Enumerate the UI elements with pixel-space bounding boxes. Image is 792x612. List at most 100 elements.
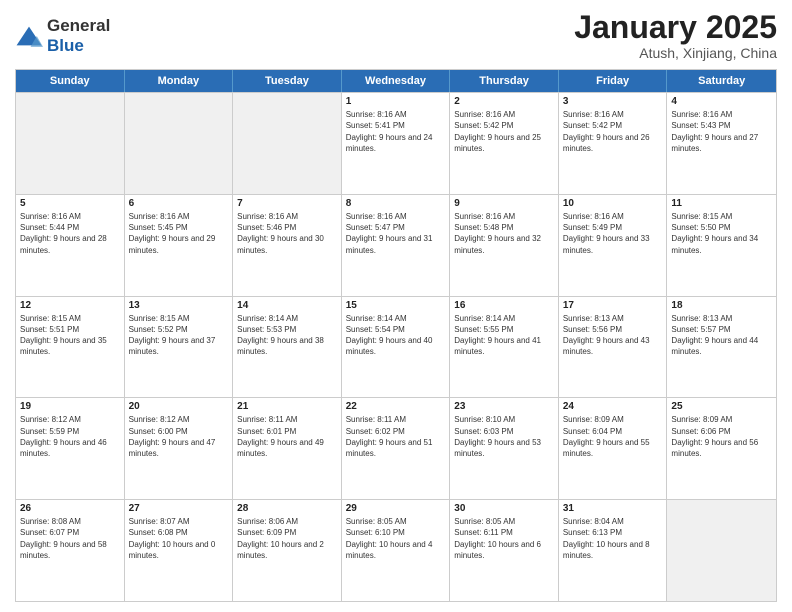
cal-cell: 22 Sunrise: 8:11 AM Sunset: 6:02 PM Dayli… bbox=[342, 398, 451, 499]
day-number: 10 bbox=[563, 198, 663, 209]
cell-info: Sunrise: 8:09 AM Sunset: 6:04 PM Dayligh… bbox=[563, 414, 663, 459]
cell-info: Sunrise: 8:07 AM Sunset: 6:08 PM Dayligh… bbox=[129, 516, 229, 561]
cal-cell: 1 Sunrise: 8:16 AM Sunset: 5:41 PM Daylig… bbox=[342, 93, 451, 194]
day-number: 21 bbox=[237, 401, 337, 412]
cal-cell: 19Sunrise: 8:12 AM Sunset: 5:59 PM Dayli… bbox=[16, 398, 125, 499]
cal-cell: 17 Sunrise: 8:13 AM Sunset: 5:56 PM Dayli… bbox=[559, 297, 668, 398]
cell-info: Sunrise: 8:11 AM Sunset: 6:02 PM Dayligh… bbox=[346, 414, 446, 459]
cell-info: Sunrise: 8:05 AM Sunset: 6:11 PM Dayligh… bbox=[454, 516, 554, 561]
cal-cell: 16 Sunrise: 8:14 AM Sunset: 5:55 PM Dayli… bbox=[450, 297, 559, 398]
day-number: 31 bbox=[563, 503, 663, 514]
cal-cell: 6 Sunrise: 8:16 AM Sunset: 5:45 PM Daylig… bbox=[125, 195, 234, 296]
cell-info: Sunrise: 8:09 AM Sunset: 6:06 PM Dayligh… bbox=[671, 414, 772, 459]
day-number: 4 bbox=[671, 96, 772, 107]
calendar-row-4: 19Sunrise: 8:12 AM Sunset: 5:59 PM Dayli… bbox=[16, 397, 776, 499]
day-number: 11 bbox=[671, 198, 772, 209]
cal-cell bbox=[16, 93, 125, 194]
cal-cell: 3 Sunrise: 8:16 AM Sunset: 5:42 PM Daylig… bbox=[559, 93, 668, 194]
cal-cell: 2Sunrise: 8:16 AM Sunset: 5:42 PM Daylig… bbox=[450, 93, 559, 194]
cell-info: Sunrise: 8:15 AM Sunset: 5:52 PM Dayligh… bbox=[129, 313, 229, 358]
day-number: 30 bbox=[454, 503, 554, 514]
cal-cell: 15 Sunrise: 8:14 AM Sunset: 5:54 PM Dayli… bbox=[342, 297, 451, 398]
cell-info: Sunrise: 8:16 AM Sunset: 5:43 PM Dayligh… bbox=[671, 109, 772, 154]
cell-info: Sunrise: 8:16 AM Sunset: 5:47 PM Dayligh… bbox=[346, 211, 446, 256]
cal-cell bbox=[125, 93, 234, 194]
cell-info: Sunrise: 8:16 AM Sunset: 5:49 PM Dayligh… bbox=[563, 211, 663, 256]
location-title: Atush, Xinjiang, China bbox=[574, 45, 777, 61]
cell-info: Sunrise: 8:16 AM Sunset: 5:45 PM Dayligh… bbox=[129, 211, 229, 256]
day-number: 13 bbox=[129, 300, 229, 311]
day-number: 8 bbox=[346, 198, 446, 209]
day-number: 14 bbox=[237, 300, 337, 311]
calendar-body: 1 Sunrise: 8:16 AM Sunset: 5:41 PM Daylig… bbox=[16, 92, 776, 601]
cal-cell: 25Sunrise: 8:09 AM Sunset: 6:06 PM Dayli… bbox=[667, 398, 776, 499]
cell-info: Sunrise: 8:10 AM Sunset: 6:03 PM Dayligh… bbox=[454, 414, 554, 459]
cal-cell: 7 Sunrise: 8:16 AM Sunset: 5:46 PM Daylig… bbox=[233, 195, 342, 296]
weekday-header-monday: Monday bbox=[125, 70, 234, 92]
calendar: SundayMondayTuesdayWednesdayThursdayFrid… bbox=[15, 69, 777, 602]
cell-info: Sunrise: 8:14 AM Sunset: 5:54 PM Dayligh… bbox=[346, 313, 446, 358]
cal-cell: 18 Sunrise: 8:13 AM Sunset: 5:57 PM Dayli… bbox=[667, 297, 776, 398]
cell-info: Sunrise: 8:04 AM Sunset: 6:13 PM Dayligh… bbox=[563, 516, 663, 561]
cal-cell: 27 Sunrise: 8:07 AM Sunset: 6:08 PM Dayli… bbox=[125, 500, 234, 601]
cell-info: Sunrise: 8:14 AM Sunset: 5:53 PM Dayligh… bbox=[237, 313, 337, 358]
cell-info: Sunrise: 8:11 AM Sunset: 6:01 PM Dayligh… bbox=[237, 414, 337, 459]
cell-info: Sunrise: 8:16 AM Sunset: 5:46 PM Dayligh… bbox=[237, 211, 337, 256]
weekday-header-saturday: Saturday bbox=[667, 70, 776, 92]
day-number: 7 bbox=[237, 198, 337, 209]
cal-cell: 9Sunrise: 8:16 AM Sunset: 5:48 PM Daylig… bbox=[450, 195, 559, 296]
cal-cell bbox=[667, 500, 776, 601]
weekday-header-tuesday: Tuesday bbox=[233, 70, 342, 92]
day-number: 22 bbox=[346, 401, 446, 412]
logo: General Blue bbox=[15, 16, 110, 56]
cal-cell: 10 Sunrise: 8:16 AM Sunset: 5:49 PM Dayli… bbox=[559, 195, 668, 296]
cal-cell: 8 Sunrise: 8:16 AM Sunset: 5:47 PM Daylig… bbox=[342, 195, 451, 296]
day-number: 9 bbox=[454, 198, 554, 209]
cal-cell: 20 Sunrise: 8:12 AM Sunset: 6:00 PM Dayli… bbox=[125, 398, 234, 499]
cell-info: Sunrise: 8:16 AM Sunset: 5:41 PM Dayligh… bbox=[346, 109, 446, 154]
cell-info: Sunrise: 8:13 AM Sunset: 5:57 PM Dayligh… bbox=[671, 313, 772, 358]
day-number: 15 bbox=[346, 300, 446, 311]
day-number: 5 bbox=[20, 198, 120, 209]
day-number: 17 bbox=[563, 300, 663, 311]
cal-cell: 28Sunrise: 8:06 AM Sunset: 6:09 PM Dayli… bbox=[233, 500, 342, 601]
calendar-header: SundayMondayTuesdayWednesdayThursdayFrid… bbox=[16, 70, 776, 92]
cal-cell: 23 Sunrise: 8:10 AM Sunset: 6:03 PM Dayli… bbox=[450, 398, 559, 499]
day-number: 20 bbox=[129, 401, 229, 412]
page: General Blue January 2025 Atush, Xinjian… bbox=[0, 0, 792, 612]
cell-info: Sunrise: 8:12 AM Sunset: 6:00 PM Dayligh… bbox=[129, 414, 229, 459]
cal-cell: 24 Sunrise: 8:09 AM Sunset: 6:04 PM Dayli… bbox=[559, 398, 668, 499]
day-number: 12 bbox=[20, 300, 120, 311]
day-number: 6 bbox=[129, 198, 229, 209]
cal-cell: 21 Sunrise: 8:11 AM Sunset: 6:01 PM Dayli… bbox=[233, 398, 342, 499]
cell-info: Sunrise: 8:08 AM Sunset: 6:07 PM Dayligh… bbox=[20, 516, 120, 561]
cell-info: Sunrise: 8:16 AM Sunset: 5:44 PM Dayligh… bbox=[20, 211, 120, 256]
logo-blue: Blue bbox=[47, 36, 84, 55]
day-number: 29 bbox=[346, 503, 446, 514]
cal-cell: 31 Sunrise: 8:04 AM Sunset: 6:13 PM Dayli… bbox=[559, 500, 668, 601]
month-title: January 2025 bbox=[574, 10, 777, 45]
cal-cell: 14 Sunrise: 8:14 AM Sunset: 5:53 PM Dayli… bbox=[233, 297, 342, 398]
day-number: 24 bbox=[563, 401, 663, 412]
day-number: 3 bbox=[563, 96, 663, 107]
day-number: 27 bbox=[129, 503, 229, 514]
cal-cell: 11Sunrise: 8:15 AM Sunset: 5:50 PM Dayli… bbox=[667, 195, 776, 296]
cal-cell: 30 Sunrise: 8:05 AM Sunset: 6:11 PM Dayli… bbox=[450, 500, 559, 601]
logo-general: General bbox=[47, 16, 110, 35]
day-number: 26 bbox=[20, 503, 120, 514]
day-number: 16 bbox=[454, 300, 554, 311]
weekday-header-sunday: Sunday bbox=[16, 70, 125, 92]
cell-info: Sunrise: 8:16 AM Sunset: 5:42 PM Dayligh… bbox=[563, 109, 663, 154]
cell-info: Sunrise: 8:15 AM Sunset: 5:51 PM Dayligh… bbox=[20, 313, 120, 358]
weekday-header-friday: Friday bbox=[559, 70, 668, 92]
title-block: January 2025 Atush, Xinjiang, China bbox=[574, 10, 777, 61]
day-number: 23 bbox=[454, 401, 554, 412]
cell-info: Sunrise: 8:06 AM Sunset: 6:09 PM Dayligh… bbox=[237, 516, 337, 561]
cell-info: Sunrise: 8:16 AM Sunset: 5:42 PM Dayligh… bbox=[454, 109, 554, 154]
day-number: 18 bbox=[671, 300, 772, 311]
day-number: 1 bbox=[346, 96, 446, 107]
calendar-row-5: 26 Sunrise: 8:08 AM Sunset: 6:07 PM Dayli… bbox=[16, 499, 776, 601]
cell-info: Sunrise: 8:13 AM Sunset: 5:56 PM Dayligh… bbox=[563, 313, 663, 358]
cell-info: Sunrise: 8:05 AM Sunset: 6:10 PM Dayligh… bbox=[346, 516, 446, 561]
cell-info: Sunrise: 8:14 AM Sunset: 5:55 PM Dayligh… bbox=[454, 313, 554, 358]
